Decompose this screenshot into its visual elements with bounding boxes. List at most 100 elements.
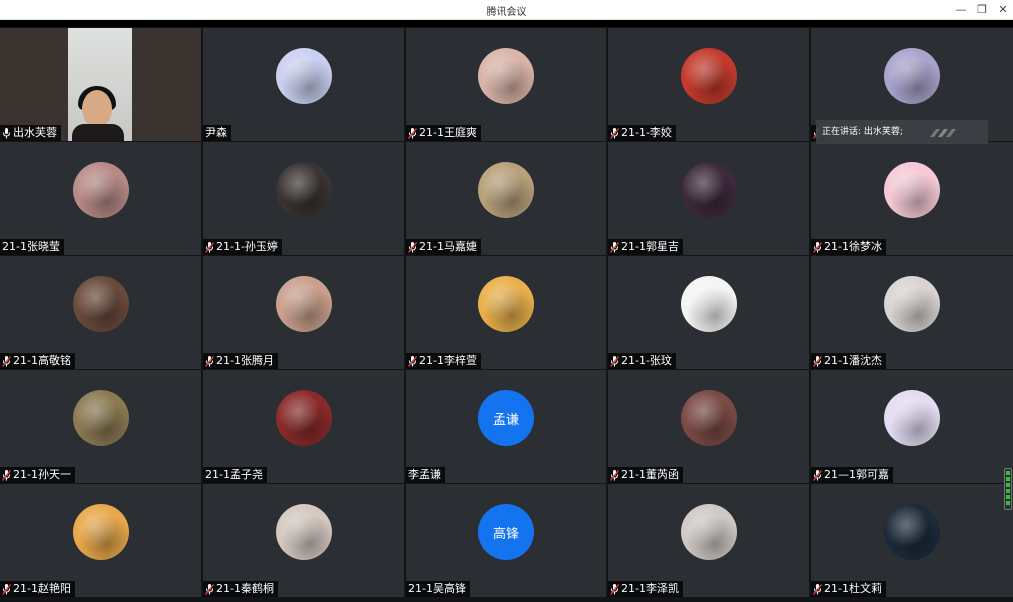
text-avatar: 高锋 (478, 504, 534, 560)
participant-tile[interactable]: 21-1徐梦冰 (811, 142, 1013, 255)
participant-name: 21-1李梓萱 (419, 354, 477, 367)
mic-muted-icon (205, 583, 214, 595)
participant-name-label: 21-1徐梦冰 (811, 239, 886, 255)
participant-tile[interactable]: 21-1马嘉婕 (406, 142, 606, 255)
mic-muted-icon (813, 583, 822, 595)
participant-tile[interactable]: 21-1张晓莹 (0, 142, 201, 255)
participant-name: 21-1-孙玉婷 (216, 240, 278, 253)
participant-tile[interactable]: 21-1王庭爽 (406, 28, 606, 141)
participant-name-label: 李孟谦 (406, 467, 445, 483)
participant-tile[interactable]: 21-1杜文莉 (811, 484, 1013, 597)
participant-tile[interactable]: 出水芙蓉 (0, 28, 201, 141)
participant-name-label: 出水芙蓉 (0, 125, 61, 141)
mic-muted-icon (2, 355, 11, 367)
restore-button[interactable]: ❐ (974, 2, 990, 18)
participant-name: 21-1郭星吉 (621, 240, 679, 253)
avatar (884, 48, 940, 104)
avatar (680, 48, 737, 104)
mic-muted-icon (813, 355, 822, 367)
participant-name: 21-1孙天一 (13, 468, 71, 481)
mic-muted-icon (610, 469, 619, 481)
avatar (275, 504, 332, 560)
avatar (275, 48, 332, 104)
mic-muted-icon (610, 127, 619, 139)
participant-name: 21-1赵艳阳 (13, 582, 71, 595)
avatar (72, 276, 129, 332)
participant-tile[interactable]: 21-1-张玟 (608, 256, 809, 369)
participant-name: 尹森 (205, 126, 227, 139)
participant-tile[interactable]: 21-1李梓萱 (406, 256, 606, 369)
avatar (884, 276, 940, 332)
participant-name: 21-1马嘉婕 (419, 240, 477, 253)
avatar (478, 48, 534, 104)
avatar (884, 162, 940, 218)
avatar (680, 390, 737, 446)
participant-name-label: 21-1-张玟 (608, 353, 676, 369)
participant-tile[interactable]: 21—1郭可嘉 (811, 370, 1013, 483)
participant-name-label: 21-1郭星吉 (608, 239, 683, 255)
speaking-indicator-text: 正在讲话: 出水芙蓉; (822, 127, 903, 137)
participant-name-label: 21-1杜文莉 (811, 581, 886, 597)
participant-tile[interactable]: 21-1李泽凯 (608, 484, 809, 597)
audio-level-icon (930, 129, 956, 137)
participant-tile[interactable]: 21-1张腾月 (203, 256, 404, 369)
text-avatar: 孟谦 (478, 390, 534, 446)
mic-muted-icon (813, 469, 822, 481)
avatar (680, 162, 737, 218)
avatar (275, 390, 332, 446)
participant-name-label: 21-1王庭爽 (406, 125, 481, 141)
close-button[interactable]: ✕ (995, 2, 1011, 18)
participant-tile[interactable]: 21-1潘沈杰 (811, 256, 1013, 369)
participant-tile[interactable]: 高锋 21-1吴高锋 (406, 484, 606, 597)
participant-tile[interactable]: 21-1孙天一 (0, 370, 201, 483)
window-title: 腾讯会议 (486, 7, 527, 18)
participant-name: 21-1潘沈杰 (824, 354, 882, 367)
minimize-button[interactable]: — (953, 2, 969, 18)
mic-muted-icon (610, 355, 619, 367)
participant-name: 21-1吴高锋 (408, 582, 466, 595)
mic-muted-icon (205, 241, 214, 253)
mic-muted-icon (205, 355, 214, 367)
mic-muted-icon (408, 241, 417, 253)
participant-name: 21-1高敬铭 (13, 354, 71, 367)
participant-name: 21-1秦鹤桐 (216, 582, 274, 595)
participant-name: 21-1董芮函 (621, 468, 679, 481)
participant-name-label: 21-1潘沈杰 (811, 353, 886, 369)
speaking-indicator: 正在讲话: 出水芙蓉; (816, 120, 988, 144)
participant-tile[interactable]: 21-1孟子尧 (203, 370, 404, 483)
mic-muted-icon (408, 355, 417, 367)
participant-tile[interactable]: 孟谦李孟谦 (406, 370, 606, 483)
participant-name-label: 21-1李梓萱 (406, 353, 481, 369)
participant-tile[interactable]: 尹森 (203, 28, 404, 141)
mic-muted-icon (813, 241, 822, 253)
participant-name-label: 21—1郭可嘉 (811, 467, 893, 483)
participant-tile[interactable]: 21-1-李姣 (608, 28, 809, 141)
mic-muted-icon (610, 241, 619, 253)
participant-tile[interactable]: 21-1-孙玉婷 (203, 142, 404, 255)
participant-name: 李孟谦 (408, 468, 441, 481)
mic-muted-icon (2, 469, 11, 481)
participant-name-label: 21-1李泽凯 (608, 581, 683, 597)
participant-name: 21-1徐梦冰 (824, 240, 882, 253)
participant-tile[interactable]: 21-1董芮函 (608, 370, 809, 483)
avatar (680, 276, 737, 332)
participant-name-label: 21-1马嘉婕 (406, 239, 481, 255)
title-bar: 腾讯会议 — ❐ ✕ (0, 0, 1013, 20)
avatar (680, 504, 737, 560)
avatar (72, 162, 129, 218)
participant-grid: 出水芙蓉 尹森 21-1王庭爽 21-1-李姣 21-1张晓莹 21-1-孙玉婷 21-1马… (0, 27, 1013, 602)
mic-icon (3, 127, 10, 138)
participant-name: 21-1张腾月 (216, 354, 274, 367)
avatar (884, 504, 940, 560)
participant-tile[interactable]: 21-1赵艳阳 (0, 484, 201, 597)
participant-name: 21-1孟子尧 (205, 468, 263, 481)
avatar (478, 162, 534, 218)
participant-tile[interactable]: 21-1高敬铭 (0, 256, 201, 369)
participant-tile[interactable]: 21-1秦鹤桐 (203, 484, 404, 597)
participant-name-label: 21-1秦鹤桐 (203, 581, 278, 597)
participant-name: 出水芙蓉 (13, 126, 57, 139)
participant-tile[interactable]: 21-1郭星吉 (608, 142, 809, 255)
mic-muted-icon (408, 127, 417, 139)
volume-meter[interactable] (1004, 468, 1012, 510)
participant-name-label: 21-1赵艳阳 (0, 581, 75, 597)
